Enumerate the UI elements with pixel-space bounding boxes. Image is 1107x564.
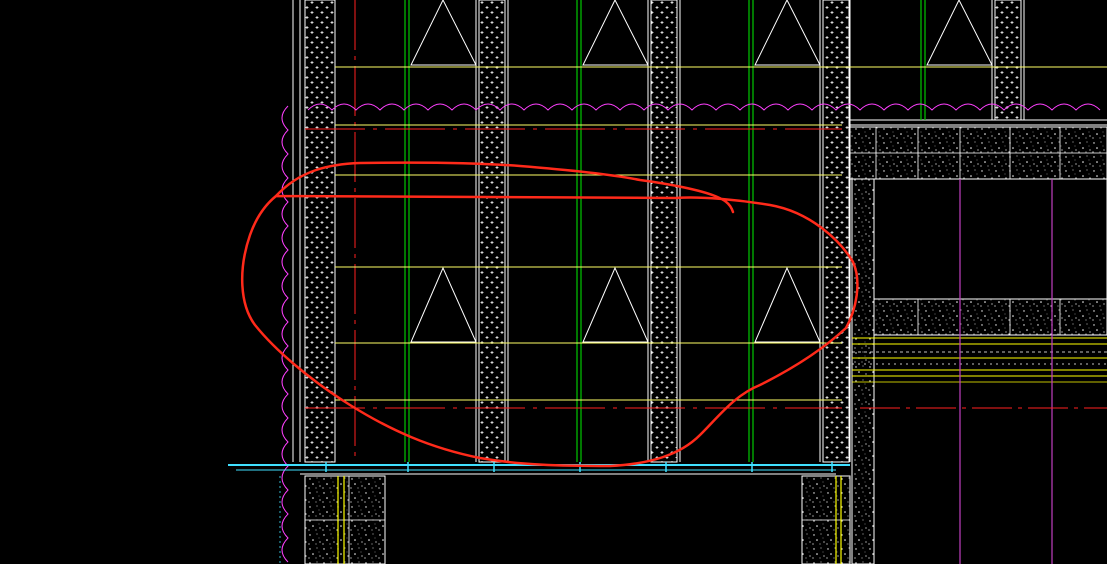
concrete-band-mid [873, 298, 1107, 336]
cad-svg [228, 0, 1107, 564]
yellow-battens [335, 66, 1107, 401]
column-flank-lines [475, 0, 1025, 462]
right-slab-group [849, 126, 1107, 564]
foundation-right [801, 475, 851, 564]
opening-outline [873, 178, 1107, 300]
truss-triangle [754, 266, 821, 343]
truss-triangle [410, 0, 477, 66]
concrete-column-left [851, 178, 875, 564]
floor-layers [852, 337, 1107, 383]
insulated-columns [304, 0, 1025, 463]
wall-outline [292, 0, 1107, 462]
insulated-column [478, 0, 506, 463]
cad-drawing-canvas[interactable] [0, 0, 1107, 564]
truss-triangle [582, 266, 649, 343]
insulated-column [650, 0, 678, 463]
truss-triangle [410, 266, 477, 343]
truss-triangle [582, 0, 649, 66]
truss-triangle [754, 0, 821, 66]
foundation-left [279, 475, 386, 564]
insulated-column [994, 0, 1022, 121]
truss-triangle [926, 0, 993, 66]
